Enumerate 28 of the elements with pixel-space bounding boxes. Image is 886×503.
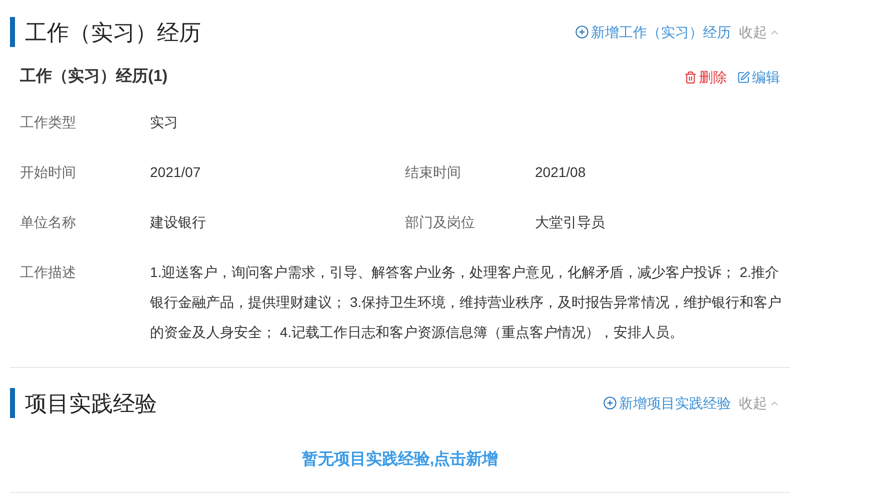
add-link[interactable]: 新增工作（实习）经历 bbox=[575, 22, 731, 42]
field-value: 2021/07 bbox=[150, 163, 201, 182]
edit-link[interactable]: 编辑 bbox=[737, 66, 780, 88]
collapse-toggle[interactable]: 收起 bbox=[739, 22, 780, 42]
section-marker bbox=[10, 388, 15, 418]
plus-icon bbox=[575, 25, 589, 39]
record-title: 工作（实习）经历(1) bbox=[20, 66, 168, 87]
edit-icon bbox=[737, 70, 750, 84]
section-title: 项目实践经验 bbox=[25, 390, 157, 418]
empty-add-link[interactable]: 暂无项目实践经验,点击新增 bbox=[302, 448, 498, 472]
section-marker bbox=[10, 17, 15, 47]
section-title: 工作（实习）经历 bbox=[25, 18, 201, 46]
trash-icon bbox=[684, 70, 697, 84]
field-value: 2021/08 bbox=[535, 163, 586, 182]
field-value: 实习 bbox=[150, 113, 179, 132]
field-label: 工作类型 bbox=[20, 113, 77, 132]
field-value: 建设银行 bbox=[150, 213, 206, 232]
field-label: 结束时间 bbox=[405, 163, 462, 182]
delete-link[interactable]: 删除 bbox=[684, 66, 727, 88]
collapse-toggle[interactable]: 收起 bbox=[739, 392, 780, 414]
field-label: 部门及岗位 bbox=[405, 213, 476, 232]
field-label: 工作描述 bbox=[20, 263, 77, 282]
plus-icon bbox=[603, 396, 617, 410]
field-label: 开始时间 bbox=[20, 163, 77, 182]
field-value: 大堂引导员 bbox=[535, 213, 605, 232]
field-label: 单位名称 bbox=[20, 213, 77, 232]
field-value: 1.迎送客户，询问客户需求，引导、解答客户业务，处理客户意见，化解矛盾，减少客户投诉； 2.推介银行金融产品，提供理财建议； 3.保持卫生环境，维持营业秩序，及时报告异常情况，维护银行和客户的资金及人身安全； 4.记载工作日志和客户资源信息簿（重点客户情况），安排人员。 bbox=[150, 263, 783, 342]
add-link[interactable]: 新增项目实践经验 bbox=[603, 392, 731, 414]
